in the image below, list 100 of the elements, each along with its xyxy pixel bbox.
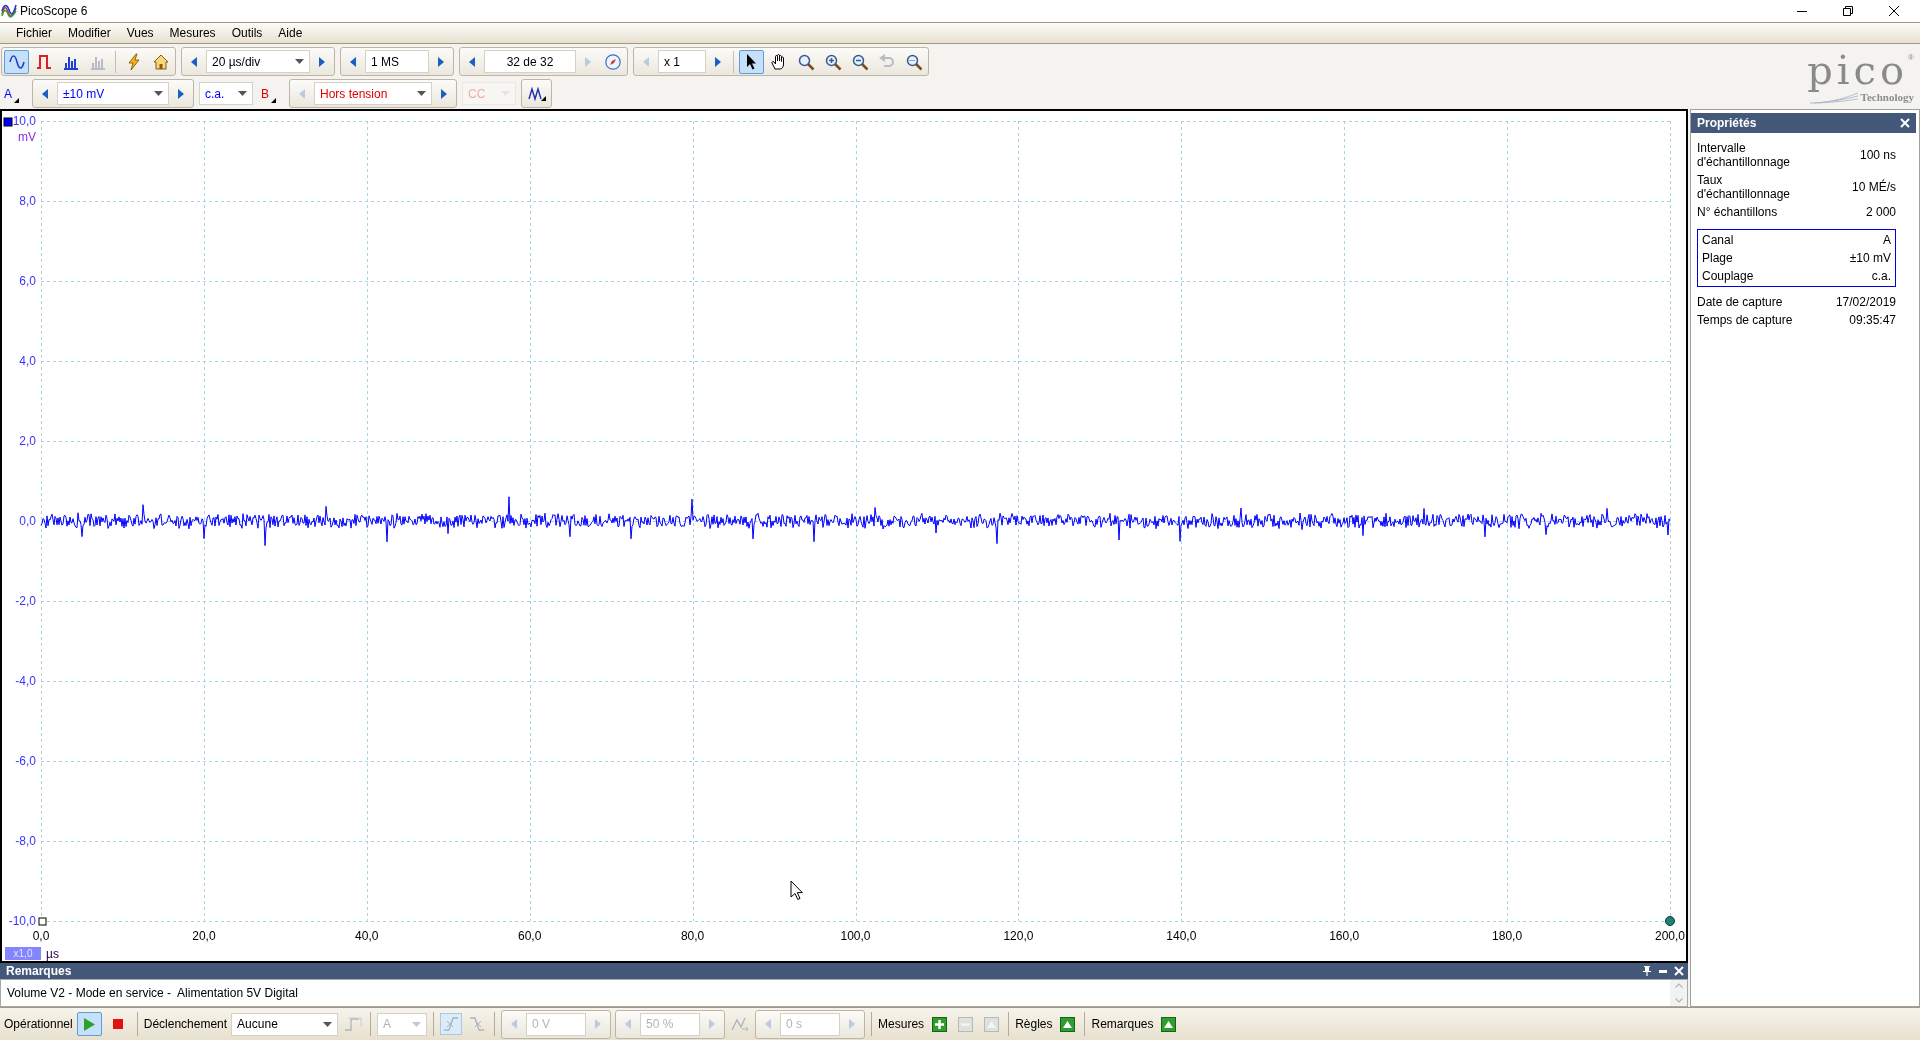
y-axis-unit: mV [18,130,36,144]
property-value: 17/02/2019 [1835,295,1896,309]
x-axis-label: 80,0 [680,929,705,943]
plus-square-icon [931,1016,947,1032]
triangle-square-icon [983,1016,999,1032]
restore-icon [1843,6,1853,16]
menu-item[interactable]: Vues [118,26,162,40]
property-value: c.a. [1871,269,1891,283]
chevron-up-icon [1674,983,1683,988]
close-icon [1889,6,1899,16]
samples-field[interactable]: 1 MS [365,50,429,73]
close-button[interactable] [1673,965,1685,977]
property-label: Couplage [1702,269,1755,283]
property-value: 100 ns [1859,148,1896,162]
caret-down-icon [412,1021,422,1027]
app-wave-icon [2,4,16,18]
zoom-field[interactable]: x 1 [658,50,706,73]
view-mode-button[interactable] [4,49,29,74]
registered-mark: ® [1908,53,1914,63]
triangle-left-icon [191,56,197,67]
close-icon [1900,118,1910,128]
rising-edge-icon [444,1017,459,1031]
trigger-mode-dropdown[interactable]: Aucune [231,1012,339,1036]
triangle-right-icon [595,1019,602,1029]
range-dropdown[interactable]: Hors tension [314,82,432,105]
menu-item[interactable]: Mesures [161,26,224,40]
panel-title: Remarques [6,964,72,978]
x-axis-label: 180,0 [1492,929,1523,943]
tool-button[interactable] [739,49,764,74]
triangle-right-icon [849,1019,856,1029]
stop-icon [113,1019,124,1029]
menu-item[interactable]: Aide [270,26,311,40]
x-axis-label: 160,0 [1329,929,1360,943]
logo-wordmark: pico [1807,47,1909,93]
square-marker-icon[interactable] [38,917,47,926]
y-axis-label: 8,0 [19,194,36,208]
property-value: ±10 mV [1849,251,1891,265]
x-axis-label: 20,0 [192,929,216,943]
triangle-right-icon [715,56,721,67]
triangle-left-icon [469,56,475,67]
triangle-right-icon [178,88,184,99]
triangle-right-icon [585,56,591,67]
circle-marker-icon[interactable] [1665,916,1675,926]
timebase-dropdown[interactable]: 20 µs/div [206,50,310,73]
triangle-left-icon [299,88,305,99]
section-label: Mesures [878,1017,925,1031]
x-axis-label: 40,0 [355,929,379,943]
channel-button[interactable]: B [258,81,284,106]
property-value: A [1883,233,1891,247]
caret-down-icon [238,91,247,96]
caret-down-icon [154,91,163,96]
chevron-down-icon [1674,998,1683,1003]
triangle-right-icon [438,56,444,67]
undo-arrow-icon [878,53,895,70]
triangle-square-icon [1060,1016,1075,1032]
zoom-in-icon [824,53,841,70]
menu-item[interactable]: Fichier [8,26,60,40]
sine-wave-icon [8,53,25,70]
minimize-icon [1659,969,1667,973]
close-button[interactable] [1899,117,1911,129]
x-axis-label: 120,0 [1003,929,1034,943]
minus-square-icon [957,1016,973,1032]
buffer-field[interactable]: 32 de 32 [484,50,576,73]
mouse-cursor-icon [790,880,803,900]
menu-item[interactable]: Outils [223,26,271,40]
pin-icon [1643,966,1651,976]
menu-item[interactable]: Modifier [60,26,119,40]
property-label: Temps de capture [1697,313,1794,327]
property-label: Date de capture [1697,295,1784,309]
y-axis-label: 4,0 [19,354,36,368]
triangle-right-icon [441,88,447,99]
triangle-left-icon [511,1019,518,1029]
square-pulse-icon [35,53,52,70]
run-button[interactable] [76,1012,102,1036]
x-axis-label: 60,0 [518,929,542,943]
magnifier-icon [905,53,922,70]
triangle-left-icon [350,56,356,67]
play-icon [83,1017,95,1031]
coupling-dropdown[interactable]: c.a. [199,82,253,105]
math-wave-icon [527,86,546,101]
step-edge-icon [345,1017,362,1031]
scrollbar[interactable] [1670,980,1687,1006]
property-label: Taux d'échantillonnage [1697,173,1792,201]
y-axis-label: -4,0 [15,674,36,688]
property-label: Canal [1702,233,1735,247]
property-label: Plage [1702,251,1734,265]
y-axis-label: -8,0 [15,834,36,848]
property-value: 2 000 [1865,205,1896,219]
range-dropdown[interactable]: ±10 mV [57,82,169,105]
pin-button[interactable] [1641,965,1653,977]
property-value: 09:35:47 [1849,313,1896,327]
triangle-left-icon [42,88,48,99]
section-label: Règles [1015,1017,1053,1031]
y-axis-label: -6,0 [15,754,36,768]
channel-button[interactable]: A [1,81,27,106]
caret-down-icon [323,1021,333,1027]
zoom-factor-badge: x1,0 [5,947,41,960]
y-axis-label: 0,0 [19,514,36,528]
trigger-label: Déclenchement [143,1017,228,1031]
status-label: Opérationnel [4,1017,73,1031]
